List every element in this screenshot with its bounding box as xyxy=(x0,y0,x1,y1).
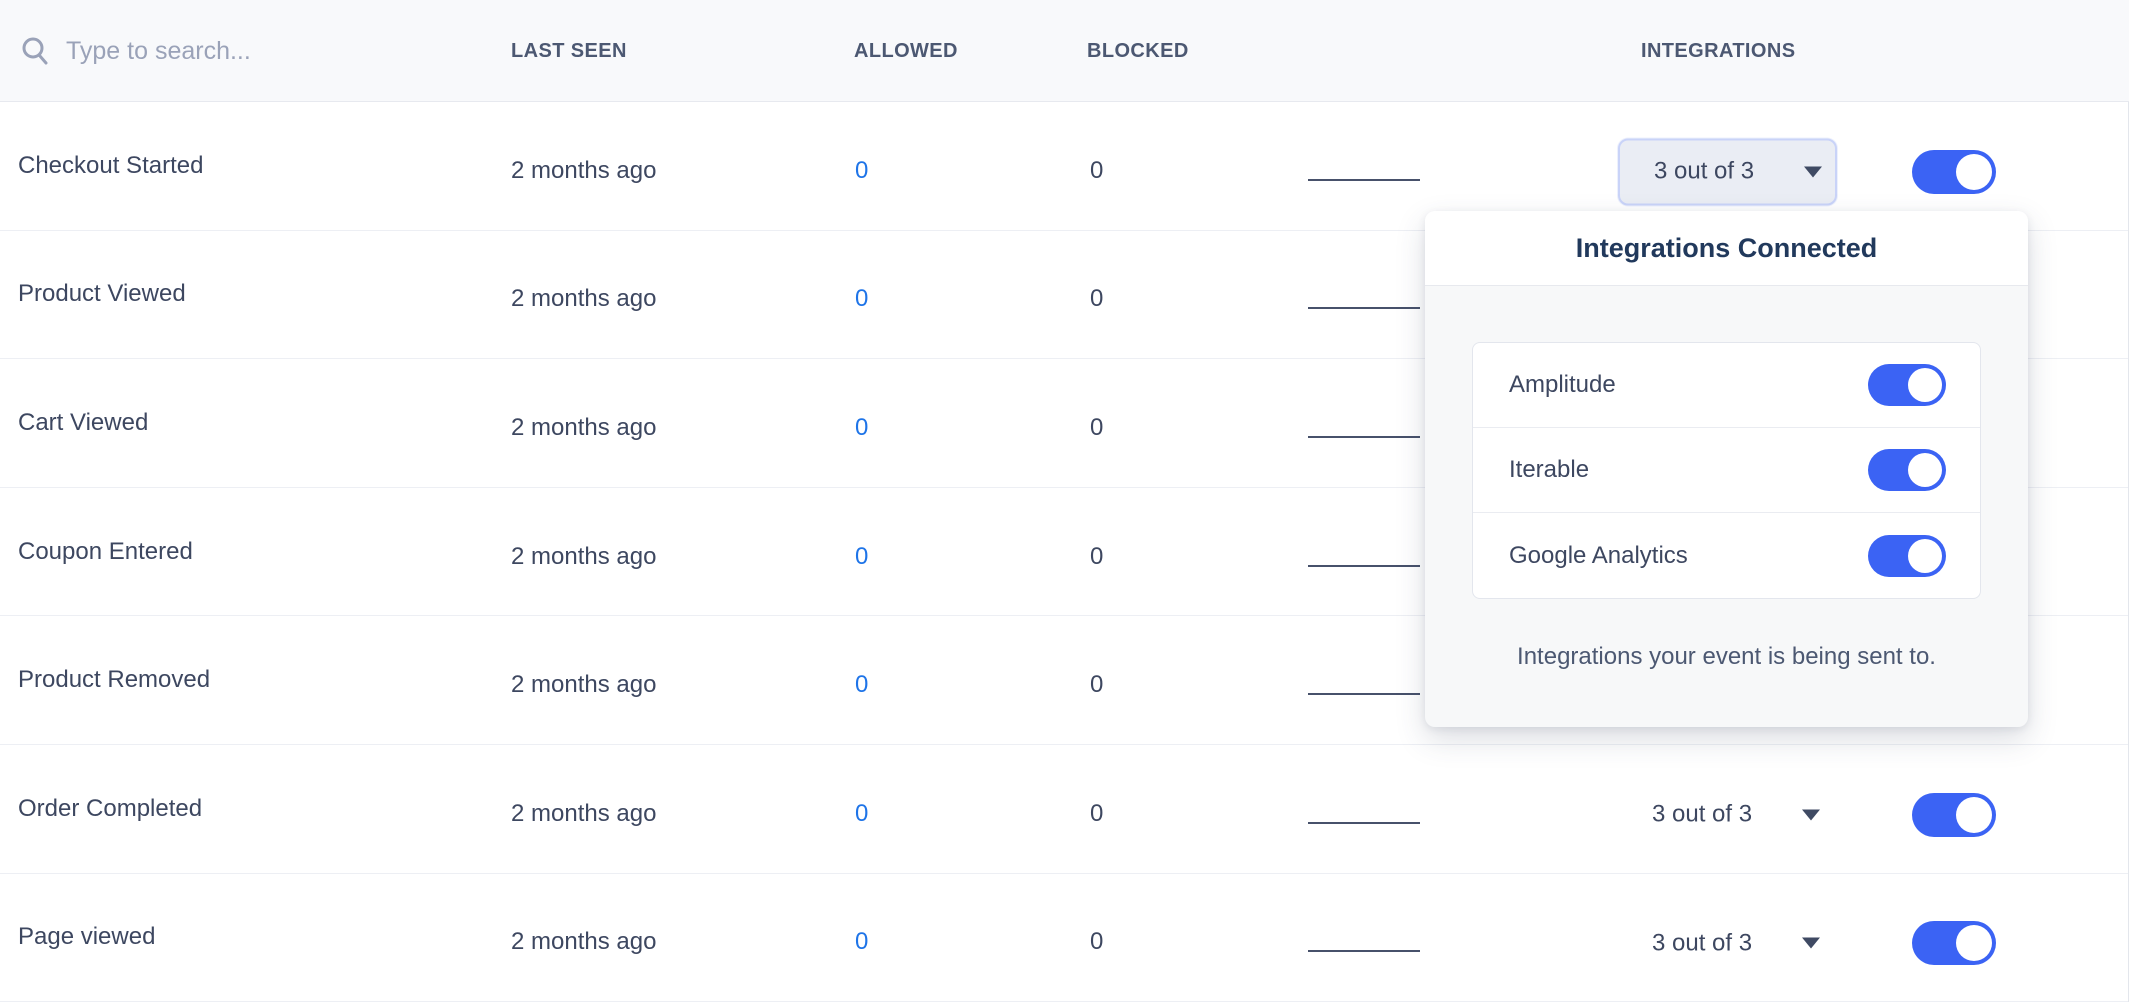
toggle-knob xyxy=(1908,453,1942,487)
caret-down-icon xyxy=(1802,938,1820,949)
allowed-count-link[interactable]: 0 xyxy=(855,157,868,185)
integration-toggle[interactable] xyxy=(1868,449,1946,491)
integrations-popover-header: Integrations Connected xyxy=(1425,211,2028,286)
allowed-count-link[interactable]: 0 xyxy=(855,414,868,442)
toggle-knob xyxy=(1956,154,1992,190)
integrations-popover: Integrations Connected Amplitude Iterabl… xyxy=(1425,211,2028,727)
events-schema-screen: LAST SEEN ALLOWED BLOCKED INTEGRATIONS C… xyxy=(0,0,2136,1002)
integrations-select-value: 3 out of 3 xyxy=(1652,929,1752,957)
integration-toggle[interactable] xyxy=(1868,364,1946,406)
integration-row: Google Analytics xyxy=(1473,513,1980,598)
blocked-count: 0 xyxy=(1090,157,1103,185)
event-enabled-toggle[interactable] xyxy=(1912,793,1996,837)
blocked-count: 0 xyxy=(1090,671,1103,699)
integration-name: Amplitude xyxy=(1509,371,1616,399)
search-input[interactable] xyxy=(66,37,386,66)
integration-name: Google Analytics xyxy=(1509,542,1688,570)
event-enabled-toggle[interactable] xyxy=(1912,150,1996,194)
allowed-count-link[interactable]: 0 xyxy=(855,928,868,956)
no-value-dash xyxy=(1308,565,1420,567)
search-icon xyxy=(20,36,50,66)
blocked-count: 0 xyxy=(1090,928,1103,956)
no-value-dash xyxy=(1308,307,1420,309)
integration-row: Amplitude xyxy=(1473,343,1980,428)
event-name: Page viewed xyxy=(18,923,155,951)
integrations-popover-title: Integrations Connected xyxy=(1576,233,1878,264)
event-enabled-toggle[interactable] xyxy=(1912,921,1996,965)
integrations-select[interactable]: 3 out of 3 xyxy=(1618,910,1837,977)
toggle-knob xyxy=(1956,797,1992,833)
no-value-dash xyxy=(1308,822,1420,824)
event-row: Order Completed 2 months ago 0 0 3 out o… xyxy=(0,745,2129,874)
integrations-select[interactable]: 3 out of 3 xyxy=(1618,138,1837,205)
integrations-popover-caption: Integrations your event is being sent to… xyxy=(1425,643,2028,671)
no-value-dash xyxy=(1308,436,1420,438)
event-name: Product Removed xyxy=(18,666,210,694)
integration-row: Iterable xyxy=(1473,428,1980,513)
no-value-dash xyxy=(1308,693,1420,695)
table-header-row: LAST SEEN ALLOWED BLOCKED INTEGRATIONS xyxy=(0,0,2129,102)
allowed-count-link[interactable]: 0 xyxy=(855,285,868,313)
column-header-last-seen: LAST SEEN xyxy=(511,0,627,102)
toggle-knob xyxy=(1908,539,1942,573)
event-last-seen: 2 months ago xyxy=(511,671,656,699)
column-header-allowed: ALLOWED xyxy=(854,0,958,102)
allowed-count-link[interactable]: 0 xyxy=(855,543,868,571)
column-header-integrations: INTEGRATIONS xyxy=(1641,0,1795,102)
event-name: Order Completed xyxy=(18,795,202,823)
no-value-dash xyxy=(1308,950,1420,952)
search-box xyxy=(20,0,386,102)
allowed-count-link[interactable]: 0 xyxy=(855,800,868,828)
blocked-count: 0 xyxy=(1090,285,1103,313)
event-last-seen: 2 months ago xyxy=(511,414,656,442)
event-name: Cart Viewed xyxy=(18,409,148,437)
blocked-count: 0 xyxy=(1090,800,1103,828)
integration-toggle[interactable] xyxy=(1868,535,1946,577)
allowed-count-link[interactable]: 0 xyxy=(855,671,868,699)
blocked-count: 0 xyxy=(1090,543,1103,571)
no-value-dash xyxy=(1308,179,1420,181)
blocked-count: 0 xyxy=(1090,414,1103,442)
event-last-seen: 2 months ago xyxy=(511,543,656,571)
event-name: Coupon Entered xyxy=(18,538,193,566)
integrations-select-value: 3 out of 3 xyxy=(1654,158,1754,186)
toggle-knob xyxy=(1908,368,1942,402)
integration-name: Iterable xyxy=(1509,456,1589,484)
integrations-select-value: 3 out of 3 xyxy=(1652,801,1752,829)
event-last-seen: 2 months ago xyxy=(511,928,656,956)
caret-down-icon xyxy=(1804,166,1822,177)
event-name: Checkout Started xyxy=(18,152,203,180)
caret-down-icon xyxy=(1802,809,1820,820)
integrations-list: Amplitude Iterable Google Analytics xyxy=(1472,342,1981,599)
event-last-seen: 2 months ago xyxy=(511,285,656,313)
column-header-blocked: BLOCKED xyxy=(1087,0,1189,102)
table-right-border xyxy=(2128,0,2129,1002)
toggle-knob xyxy=(1956,925,1992,961)
event-name: Product Viewed xyxy=(18,280,186,308)
event-last-seen: 2 months ago xyxy=(511,157,656,185)
event-last-seen: 2 months ago xyxy=(511,800,656,828)
integrations-select[interactable]: 3 out of 3 xyxy=(1618,781,1837,848)
event-row: Page viewed 2 months ago 0 0 3 out of 3 xyxy=(0,874,2129,1002)
